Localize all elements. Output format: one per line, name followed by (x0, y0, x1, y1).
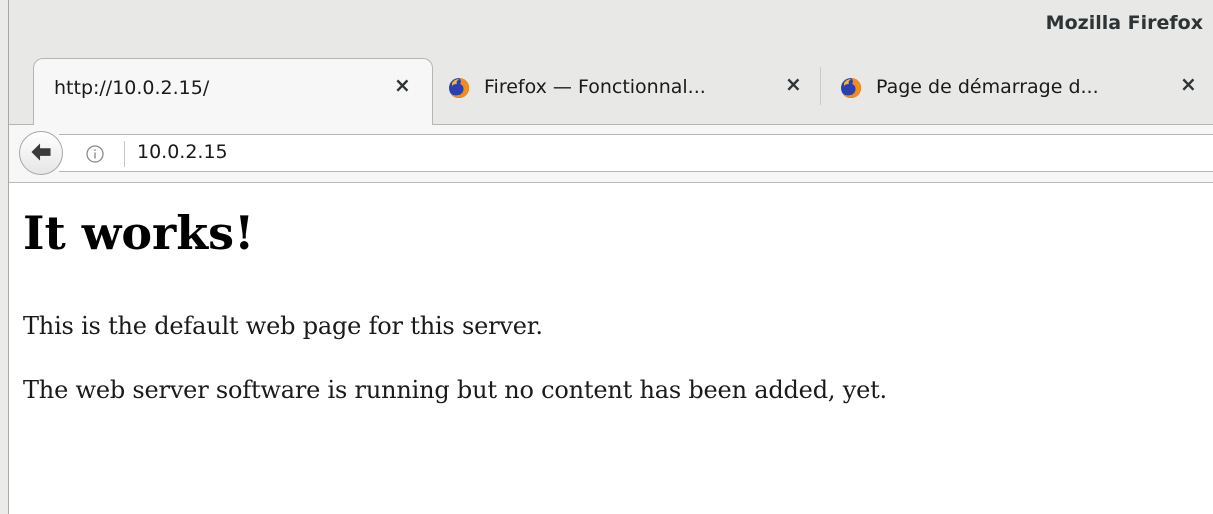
firefox-icon (841, 77, 862, 98)
tab-close-icon[interactable]: × (785, 74, 802, 94)
window-title: Mozilla Firefox (1045, 12, 1203, 34)
tab-close-icon[interactable]: × (1180, 74, 1197, 94)
url-divider (124, 141, 125, 167)
tab-close-icon[interactable]: × (394, 75, 411, 95)
navigation-toolbar: 10.0.2.15 (9, 125, 1213, 183)
browser-window: Mozilla Firefox http://10.0.2.15/ × Fire… (0, 0, 1213, 514)
page-content: It works! This is the default web page f… (9, 184, 1213, 514)
info-icon[interactable] (85, 144, 105, 164)
tab-label: Page de démarrage d... (876, 76, 1099, 98)
page-heading: It works! (23, 206, 255, 260)
paragraph-default-page: This is the default web page for this se… (23, 312, 543, 340)
tab-separator (820, 67, 821, 105)
back-button[interactable] (19, 131, 63, 175)
tab-label: Firefox — Fonctionnal... (484, 76, 706, 98)
window-left-edge (0, 0, 9, 514)
back-arrow-icon (31, 143, 51, 161)
url-bar[interactable]: 10.0.2.15 (59, 134, 1213, 172)
firefox-icon (449, 77, 470, 98)
tab-label: http://10.0.2.15/ (54, 77, 210, 99)
tab-active[interactable]: http://10.0.2.15/ × (33, 58, 433, 125)
url-text[interactable]: 10.0.2.15 (137, 141, 228, 163)
tab-firefox-fonctionnalites[interactable]: Firefox — Fonctionnal... × (440, 58, 815, 118)
tab-page-de-demarrage[interactable]: Page de démarrage d... × (830, 58, 1213, 118)
paragraph-server-running: The web server software is running but n… (23, 376, 887, 404)
